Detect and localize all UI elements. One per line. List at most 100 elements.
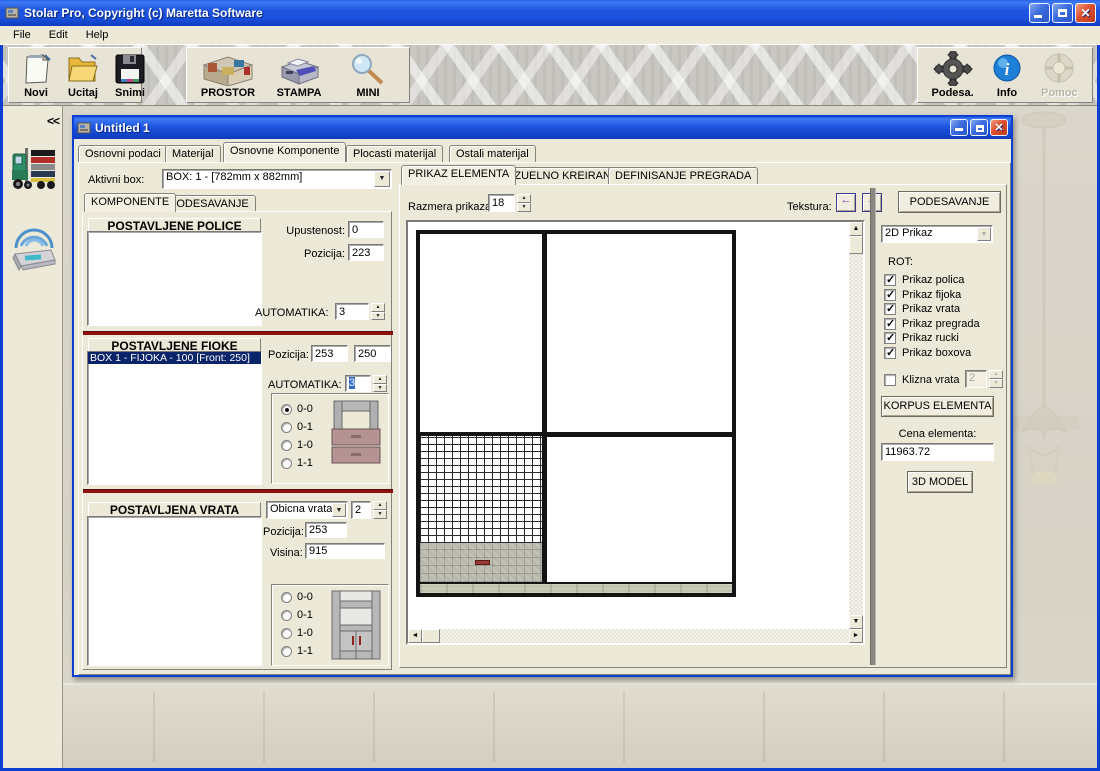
save-button[interactable]: Snimi	[109, 50, 151, 100]
vrata-radio-1-1[interactable]: 1-1	[281, 645, 313, 657]
hscroll-thumb[interactable]	[422, 629, 440, 643]
sidebar-collapse-button[interactable]: <<	[47, 114, 59, 128]
menu-file[interactable]: File	[4, 27, 40, 43]
spin-down-icon[interactable]: ▼	[371, 312, 385, 321]
vrata-radio-1-0[interactable]: 1-0	[281, 627, 313, 639]
open-button[interactable]: Ucitaj	[61, 50, 105, 100]
podesavanje-button[interactable]: PODESAVANJE	[898, 191, 1001, 213]
scroll-up-icon[interactable]: ▲	[849, 222, 863, 236]
rot-label: ROT:	[888, 256, 913, 268]
police-pozicija-input[interactable]	[348, 244, 384, 261]
close-button[interactable]: ✕	[1075, 3, 1096, 23]
checkbox-prikaz-rucki[interactable]: Prikaz rucki	[884, 332, 959, 344]
mini-button[interactable]: MINI	[335, 50, 401, 100]
scanner-icon[interactable]	[11, 224, 57, 274]
scroll-right-icon[interactable]: ►	[849, 629, 863, 643]
vrata-pozicija-input[interactable]	[305, 522, 347, 538]
forklift-icon[interactable]	[11, 138, 57, 196]
menu-help[interactable]: Help	[77, 27, 118, 43]
tab-plocasti-materijal[interactable]: Plocasti materijal	[346, 145, 443, 162]
child-maximize-button[interactable]	[970, 119, 988, 136]
stampa-button[interactable]: STAMPA	[267, 50, 331, 100]
police-listbox[interactable]	[87, 231, 262, 326]
tab-podesavanje[interactable]: PODESAVANJE	[162, 195, 256, 212]
vrata-type-combobox[interactable]: Obicna vrata ▼	[266, 501, 348, 519]
cabinet-drawing	[416, 230, 736, 597]
child-minimize-button[interactable]	[950, 119, 968, 136]
vrata-count-spinner[interactable]: ▲ ▼	[373, 501, 387, 519]
fioke-radio-1-0[interactable]: 1-0	[281, 439, 313, 451]
model-3d-button[interactable]: 3D MODEL	[907, 471, 973, 493]
tab-prikaz-elementa[interactable]: PRIKAZ ELEMENTA	[401, 165, 516, 185]
spin-up-icon[interactable]: ▲	[373, 375, 387, 384]
vscroll-thumb[interactable]	[849, 236, 863, 254]
vrata-count-input[interactable]	[351, 501, 371, 519]
spin-up-icon[interactable]: ▲	[517, 194, 531, 203]
tab-materijal[interactable]: Materijal	[165, 145, 221, 162]
checkbox-prikaz-fijoka[interactable]: Prikaz fijoka	[884, 289, 961, 301]
fioke-automatika-label: AUTOMATIKA:	[268, 379, 342, 391]
vrata-radio-0-1[interactable]: 0-1	[281, 609, 313, 621]
tab-osnovni-podaci[interactable]: Osnovni podaci	[78, 145, 168, 162]
help-icon	[1040, 51, 1078, 86]
spin-up-icon[interactable]: ▲	[373, 501, 387, 510]
chevron-down-icon[interactable]: ▼	[332, 503, 346, 517]
chevron-down-icon[interactable]: ▼	[374, 171, 390, 187]
checkbox-prikaz-boxova[interactable]: Prikaz boxova	[884, 347, 971, 359]
minimize-icon	[1034, 15, 1042, 18]
menu-edit[interactable]: Edit	[40, 27, 77, 43]
upustenost-input[interactable]	[348, 221, 384, 238]
tab-definisanje-pregrada[interactable]: DEFINISANJE PREGRADA	[608, 167, 758, 184]
drawing-canvas[interactable]: ▲ ▼ ◄ ►	[406, 220, 865, 645]
aktivni-box-combobox[interactable]: BOX: 1 - [782mm x 882mm] ▼	[162, 169, 392, 189]
checkbox-prikaz-vrata[interactable]: Prikaz vrata	[884, 303, 960, 315]
korpus-elementa-button[interactable]: KORPUS ELEMENTA	[881, 396, 994, 417]
fioke-pozicija-input-1[interactable]	[311, 345, 348, 362]
tab-ostali-materijal[interactable]: Ostali materijal	[449, 145, 536, 162]
tab-komponente[interactable]: KOMPONENTE	[84, 193, 176, 212]
scroll-left-icon[interactable]: ◄	[408, 629, 422, 643]
checkbox-prikaz-pregrada[interactable]: Prikaz pregrada	[884, 318, 980, 330]
prostor-button[interactable]: PROSTOR	[193, 50, 263, 100]
canvas-vscrollbar[interactable]: ▲ ▼	[849, 222, 863, 629]
fioke-list-item-selected[interactable]: BOX 1 - FIJOKA - 100 [Front: 250]	[88, 352, 261, 364]
podesa-button[interactable]: Podesa.	[924, 50, 981, 100]
new-button[interactable]: Novi	[15, 50, 57, 100]
view-mode-combobox[interactable]: 2D Prikaz ▼	[881, 225, 993, 243]
spin-down-icon[interactable]: ▼	[373, 384, 387, 393]
razmera-spinner[interactable]: ▲ ▼	[517, 194, 531, 212]
cabinet-mesh-drawer	[420, 436, 542, 543]
fioke-radio-0-0[interactable]: 0-0	[281, 403, 313, 415]
vrata-radio-0-0[interactable]: 0-0	[281, 591, 313, 603]
minimize-button[interactable]	[1029, 3, 1050, 23]
razmera-label: Razmera prikaza:	[408, 201, 494, 213]
canvas-hscrollbar[interactable]: ◄ ►	[408, 629, 863, 643]
vrata-listbox[interactable]	[87, 516, 262, 666]
child-close-button[interactable]: ✕	[990, 119, 1008, 136]
fioke-radio-1-1[interactable]: 1-1	[281, 457, 313, 469]
radio-icon	[281, 646, 292, 657]
spin-down-icon[interactable]: ▼	[517, 203, 531, 212]
fioke-automatika-spinner[interactable]: ▲ ▼	[373, 375, 387, 392]
cena-input[interactable]	[881, 443, 994, 461]
panel-splitter[interactable]	[870, 188, 876, 665]
open-folder-icon	[65, 53, 101, 86]
tekstura-prev-button[interactable]: ←	[836, 193, 856, 212]
maximize-button[interactable]	[1052, 3, 1073, 23]
fioke-listbox[interactable]: BOX 1 - FIJOKA - 100 [Front: 250]	[87, 351, 262, 485]
visina-input[interactable]	[305, 543, 385, 559]
fioke-pozicija-input-2[interactable]	[354, 345, 391, 362]
spin-down-icon[interactable]: ▼	[373, 510, 387, 519]
police-automatika-input[interactable]	[335, 303, 369, 320]
fioke-automatika-input[interactable]: 3	[345, 375, 371, 392]
police-automatika-spinner[interactable]: ▲ ▼	[371, 303, 385, 320]
info-button[interactable]: i Info	[985, 50, 1028, 100]
fioke-radio-0-1[interactable]: 0-1	[281, 421, 313, 433]
spin-up-icon[interactable]: ▲	[371, 303, 385, 312]
checkbox-prikaz-polica[interactable]: Prikaz polica	[884, 274, 964, 286]
scroll-down-icon[interactable]: ▼	[849, 615, 863, 629]
tab-osnovne-komponente[interactable]: Osnovne Komponente	[223, 142, 346, 162]
checkbox-klizna-vrata[interactable]: Klizna vrata	[884, 374, 959, 386]
razmera-input[interactable]	[488, 194, 515, 212]
pomoc-button[interactable]: Pomoc	[1033, 50, 1086, 100]
